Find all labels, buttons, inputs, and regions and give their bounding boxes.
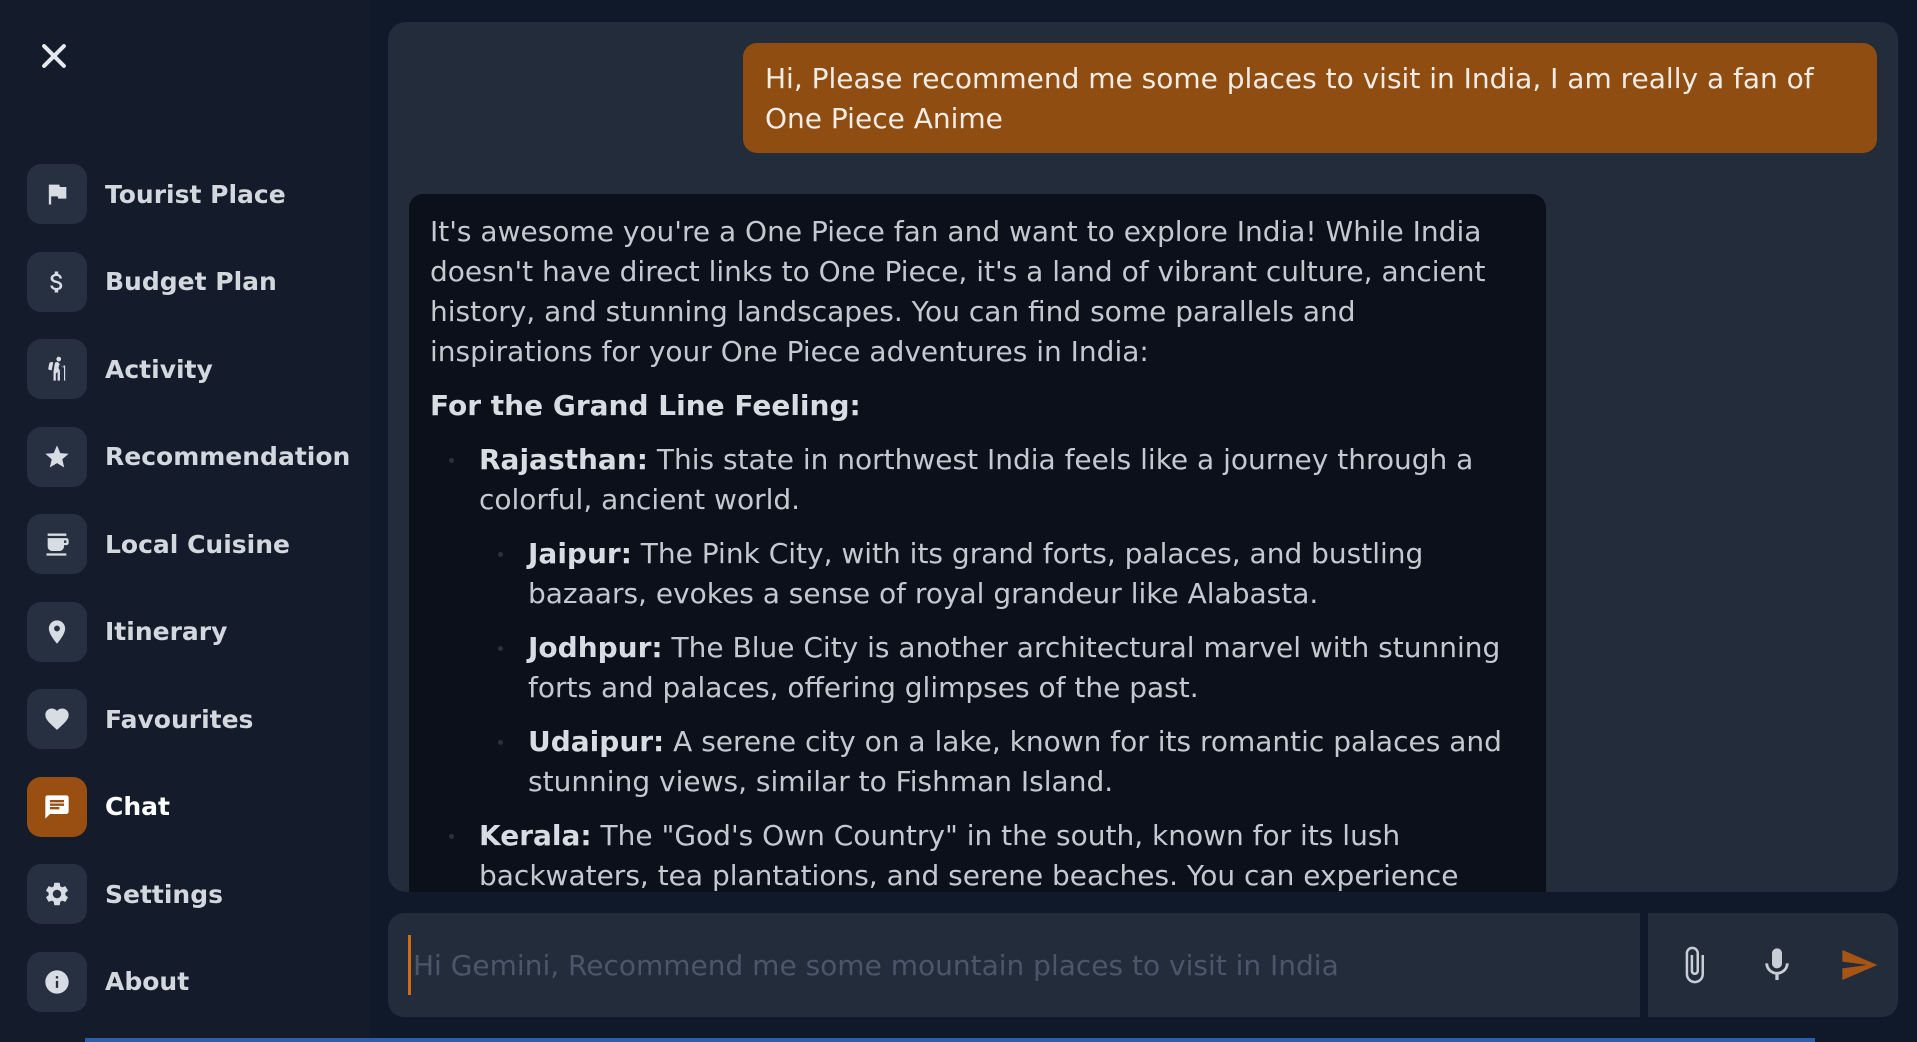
sidebar-item-budget-plan[interactable]: Budget Plan [27, 251, 350, 312]
sidebar: Tourist Place Budget Plan Activity Recom… [0, 0, 370, 1042]
sidebar-item-about[interactable]: About [27, 951, 350, 1012]
list-item: Jodhpur: The Blue City is another archit… [498, 628, 1524, 708]
list-item-text: The Blue City is another architectural m… [528, 631, 1501, 704]
list-item: Jaipur: The Pink City, with its grand fo… [498, 534, 1524, 614]
sidebar-item-activity[interactable]: Activity [27, 339, 350, 399]
chat-messages-panel[interactable]: Hi, Please recommend me some places to v… [388, 22, 1898, 892]
info-icon [27, 951, 87, 1012]
bot-message-bubble: It's awesome you're a One Piece fan and … [409, 194, 1546, 892]
sidebar-item-itinerary[interactable]: Itinerary [27, 601, 350, 662]
user-message-bubble: Hi, Please recommend me some places to v… [743, 43, 1877, 153]
location-pin-icon [27, 601, 87, 662]
sidebar-item-label: About [105, 967, 190, 996]
sidebar-item-label: Activity [105, 354, 213, 384]
sidebar-item-label: Budget Plan [105, 267, 277, 296]
chat-input[interactable] [408, 935, 1508, 995]
list-item-text: The "God's Own Country" in the south, kn… [479, 819, 1459, 892]
sidebar-item-chat[interactable]: Chat [27, 776, 350, 837]
list-item-title: Jaipur: [528, 537, 632, 570]
microphone-button[interactable] [1753, 941, 1801, 989]
sidebar-item-favourites[interactable]: Favourites [27, 689, 350, 749]
bot-bullet-list: Rajasthan: This state in northwest India… [449, 440, 1524, 892]
sidebar-item-recommendation[interactable]: Recommendation [27, 426, 351, 487]
sidebar-item-label: Chat [105, 792, 170, 821]
coffee-icon [27, 514, 87, 574]
list-item-text: A serene city on a lake, known for its r… [528, 725, 1502, 798]
chat-input-bar [388, 913, 1898, 1017]
attach-button[interactable] [1670, 941, 1718, 989]
bot-intro-text: It's awesome you're a One Piece fan and … [430, 215, 1486, 368]
sidebar-item-label: Local Cuisine [105, 529, 290, 559]
list-item-title: Kerala: [479, 819, 592, 852]
gear-icon [27, 864, 87, 924]
list-item-text: The Pink City, with its grand forts, pal… [528, 537, 1424, 610]
sidebar-item-local-cuisine[interactable]: Local Cuisine [27, 514, 350, 574]
dollar-icon [27, 251, 87, 312]
list-item-title: Rajasthan: [479, 443, 648, 476]
taskbar-edge [85, 1038, 1815, 1042]
sidebar-item-settings[interactable]: Settings [27, 864, 350, 924]
paperclip-icon [1685, 946, 1704, 984]
flag-icon [27, 164, 87, 224]
sidebar-item-label: Tourist Place [105, 179, 286, 209]
bot-sub-list: Jaipur: The Pink City, with its grand fo… [498, 534, 1524, 802]
list-item-title: Udaipur: [528, 725, 665, 758]
close-icon[interactable] [36, 38, 72, 74]
send-icon [1842, 950, 1878, 980]
heart-icon [27, 689, 87, 749]
chat-icon [27, 776, 87, 837]
list-item: Kerala: The "God's Own Country" in the s… [449, 816, 1524, 892]
sidebar-item-label: Recommendation [105, 442, 351, 471]
star-icon [27, 426, 87, 487]
input-divider [1640, 913, 1648, 1017]
sidebar-item-label: Itinerary [105, 617, 228, 646]
list-item: Rajasthan: This state in northwest India… [449, 440, 1524, 802]
list-item-title: Jodhpur: [528, 631, 663, 664]
microphone-icon [1765, 948, 1789, 980]
sidebar-item-label: Favourites [105, 704, 254, 734]
sidebar-nav: Tourist Place Budget Plan Activity Recom… [27, 164, 350, 1039]
send-button[interactable] [1835, 941, 1883, 989]
bot-section-heading: For the Grand Line Feeling: [430, 389, 861, 422]
sidebar-item-tourist-place[interactable]: Tourist Place [27, 164, 350, 224]
hiking-icon [27, 339, 87, 399]
sidebar-item-label: Settings [105, 879, 224, 909]
list-item: Udaipur: A serene city on a lake, known … [498, 722, 1524, 802]
